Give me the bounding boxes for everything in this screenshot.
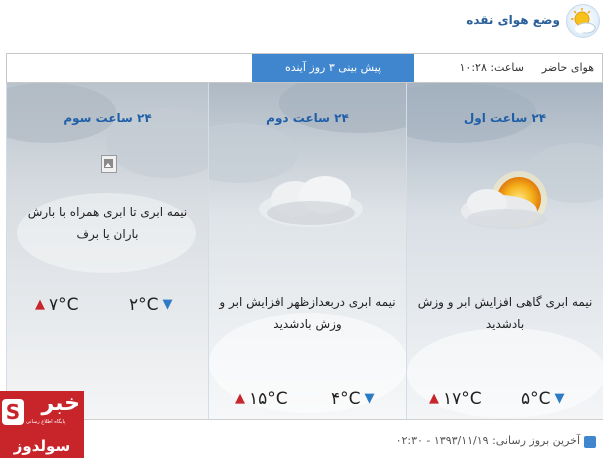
- tab-current-weather[interactable]: هوای حاضر: [542, 54, 594, 82]
- arrow-up-icon: ▲: [35, 297, 45, 312]
- low-temperature: ۵°C ▼: [521, 389, 565, 409]
- sun-cloud-icon: [566, 4, 600, 38]
- low-temperature: ۴°C ▼: [331, 389, 375, 409]
- forecast-description: نیمه ابری تا ابری همراه با بارش باران یا…: [27, 205, 188, 241]
- sky-background: [209, 83, 406, 419]
- last-update: آخرین بروز رسانی: ۱۳۹۳/۱۱/۱۹ - ۰۲:۳۰: [395, 434, 580, 447]
- panel-title: ۲۴ ساعت دوم: [266, 111, 349, 125]
- info-icon: [584, 436, 596, 448]
- panel-title: ۲۴ ساعت سوم: [63, 111, 152, 125]
- sky-background: [7, 83, 208, 419]
- forecast-panel-third: ۲۴ ساعت سوم نیمه ابری تا ابری همراه با ب…: [6, 83, 208, 419]
- logo-tagline: پایگاه اطلاع رسانی: [26, 419, 66, 425]
- low-temperature: ۲°C ▼: [129, 295, 173, 315]
- arrow-up-icon: ▲: [429, 391, 439, 406]
- current-time: ساعت: ۱۰:۲۸: [459, 61, 524, 74]
- partly-cloudy-sun-icon: [461, 171, 547, 229]
- arrow-down-icon: ▼: [554, 391, 565, 406]
- forecast-description: نیمه ابری دربعدازظهر افزایش ابر و وزش با…: [219, 295, 396, 331]
- divider: [6, 419, 603, 420]
- arrow-down-icon: ▼: [364, 391, 375, 406]
- sky-background: [407, 83, 603, 419]
- panel-title: ۲۴ ساعت اول: [463, 111, 547, 125]
- watermark-logo: S خبر پایگاه اطلاع رسانی سولدوز: [0, 391, 84, 458]
- forecast-description: نیمه ابری گاهی افزایش ابر و وزش بادشدید: [417, 295, 593, 331]
- arrow-up-icon: ▲: [235, 391, 245, 406]
- forecast-panel-second: ۲۴ ساعت دوم نیمه ابری دربعدازظهر افزایش …: [208, 83, 406, 419]
- logo-news: خبر: [41, 391, 80, 416]
- forecast-panels: ۲۴ ساعت سوم نیمه ابری تا ابری همراه با ب…: [6, 83, 603, 419]
- tab-strip: هوای حاضر ساعت: ۱۰:۲۸ پیش بینی ۳ روز آین…: [6, 53, 603, 83]
- high-temperature: ▲ ۱۵°C: [235, 389, 288, 409]
- forecast-panel-first: ۲۴ ساعت اول نیمه ابری گاهی افزایش ابر و …: [406, 83, 603, 419]
- title-bar: وضع هوای نقده: [0, 0, 608, 44]
- high-temperature: ▲ ۷°C: [35, 295, 79, 315]
- high-temperature: ▲ ۱۷°C: [429, 389, 482, 409]
- cloud-icon: [259, 176, 363, 227]
- logo-s-icon: S: [2, 399, 24, 425]
- broken-image-icon: [101, 155, 117, 173]
- logo-brand: سولدوز: [13, 437, 71, 455]
- page-title: وضع هوای نقده: [466, 13, 560, 27]
- arrow-down-icon: ▼: [162, 297, 173, 312]
- tab-forecast[interactable]: پیش بینی ۳ روز آینده: [252, 54, 414, 82]
